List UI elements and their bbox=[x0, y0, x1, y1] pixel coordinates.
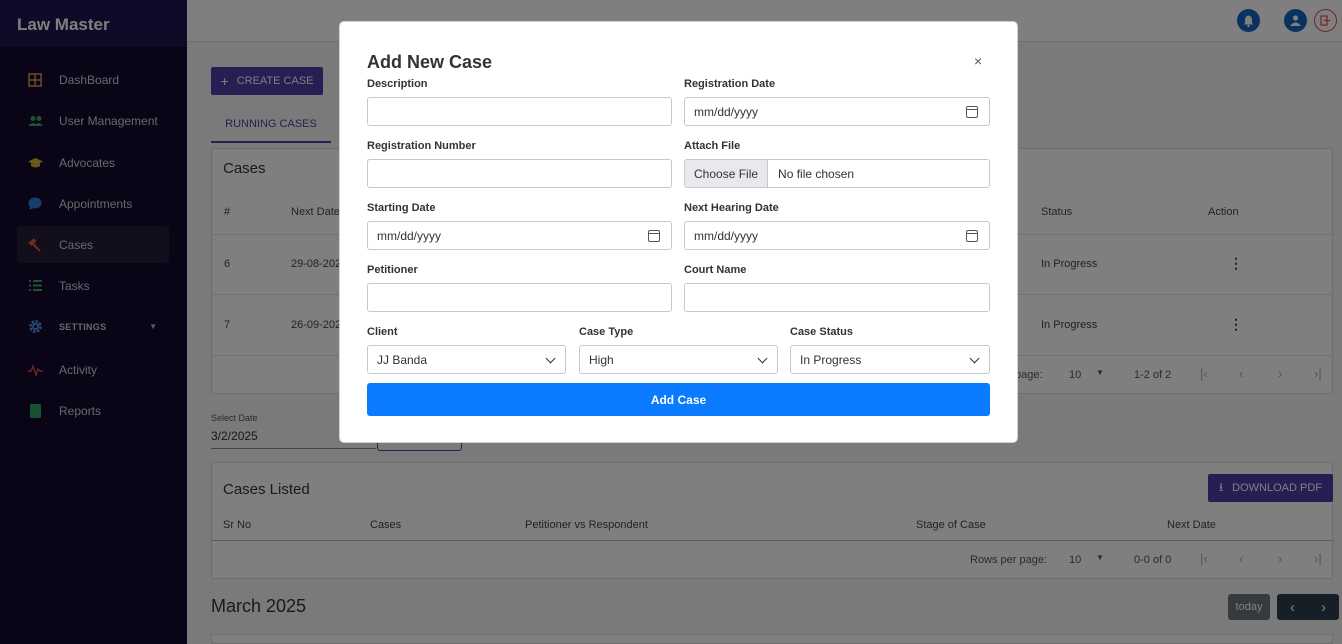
registration-date-field[interactable]: mm/dd/yyyy bbox=[684, 97, 990, 126]
registration-number-field[interactable] bbox=[367, 159, 672, 188]
calendar-icon[interactable] bbox=[648, 230, 660, 242]
next-hearing-date-field[interactable]: mm/dd/yyyy bbox=[684, 221, 990, 250]
registration-date-label: Registration Date bbox=[684, 78, 776, 90]
petitioner-label: Petitioner bbox=[367, 264, 418, 276]
add-case-modal: Add New Case × Description Registration … bbox=[339, 21, 1018, 443]
close-icon[interactable]: × bbox=[974, 53, 982, 69]
attach-file-field[interactable]: Choose File No file chosen bbox=[684, 159, 990, 188]
modal-title: Add New Case bbox=[367, 52, 493, 72]
chevron-down-icon bbox=[757, 353, 768, 364]
choose-file-button[interactable]: Choose File bbox=[685, 160, 769, 187]
next-hearing-date-value: mm/dd/yyyy bbox=[694, 228, 759, 243]
starting-date-label: Starting Date bbox=[367, 202, 436, 214]
petitioner-field[interactable] bbox=[367, 283, 672, 312]
starting-date-value: mm/dd/yyyy bbox=[377, 228, 442, 243]
add-case-button[interactable]: Add Case bbox=[367, 383, 990, 416]
registration-number-label: Registration Number bbox=[367, 140, 476, 152]
case-status-value: In Progress bbox=[800, 352, 862, 367]
calendar-icon[interactable] bbox=[966, 106, 978, 118]
case-status-select[interactable]: In Progress bbox=[790, 345, 990, 374]
calendar-icon[interactable] bbox=[966, 230, 978, 242]
case-type-value: High bbox=[589, 352, 614, 367]
chevron-down-icon bbox=[545, 353, 556, 364]
attach-file-label: Attach File bbox=[684, 140, 741, 152]
file-status: No file chosen bbox=[778, 166, 855, 181]
registration-date-value: mm/dd/yyyy bbox=[694, 104, 759, 119]
next-hearing-date-label: Next Hearing Date bbox=[684, 202, 779, 214]
case-status-label: Case Status bbox=[790, 326, 853, 338]
chevron-down-icon bbox=[969, 353, 980, 364]
client-select[interactable]: JJ Banda bbox=[367, 345, 566, 374]
starting-date-field[interactable]: mm/dd/yyyy bbox=[367, 221, 672, 250]
description-label: Description bbox=[367, 78, 428, 90]
client-label: Client bbox=[367, 326, 398, 338]
case-type-label: Case Type bbox=[579, 326, 634, 338]
court-name-label: Court Name bbox=[684, 264, 747, 276]
client-value: JJ Banda bbox=[377, 352, 428, 367]
description-field[interactable] bbox=[367, 97, 672, 126]
court-name-field[interactable] bbox=[684, 283, 990, 312]
case-type-select[interactable]: High bbox=[579, 345, 778, 374]
